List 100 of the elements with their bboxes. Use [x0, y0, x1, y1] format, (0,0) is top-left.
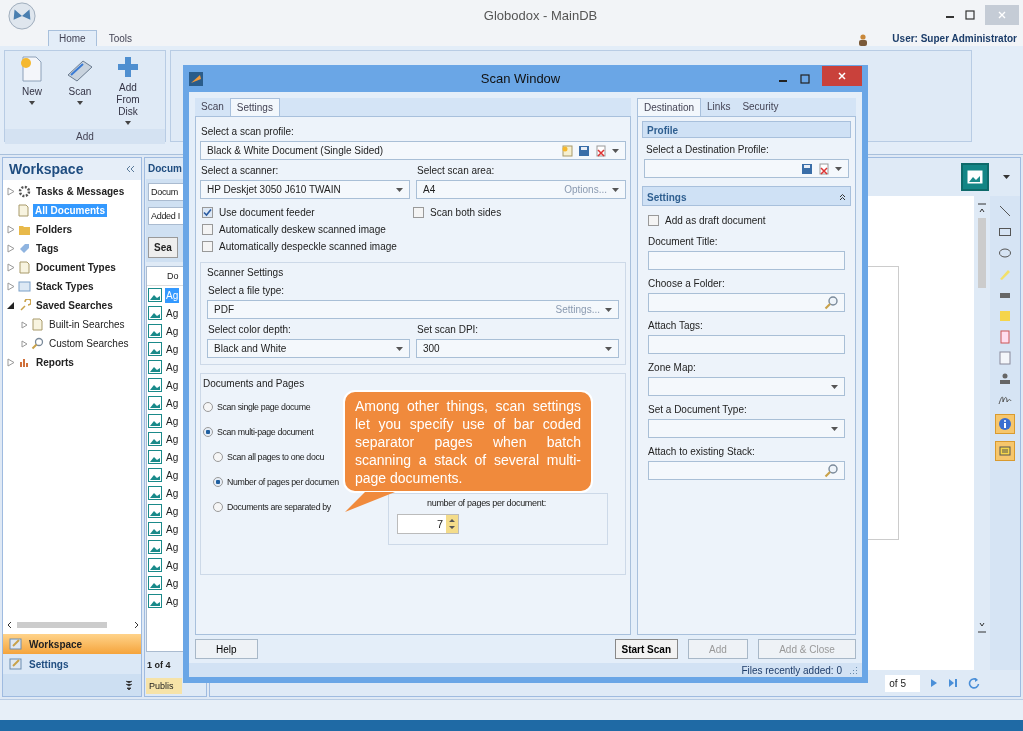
- document-name[interactable]: Ag: [165, 395, 180, 411]
- dialog-tab[interactable]: Links: [701, 98, 737, 116]
- dpi-dropdown[interactable]: 300: [416, 339, 619, 358]
- spinner-arrows-icon[interactable]: [446, 515, 458, 533]
- destination-dropdown[interactable]: [644, 159, 849, 178]
- text-tool-icon[interactable]: [998, 351, 1012, 365]
- document-name[interactable]: Ag: [165, 485, 180, 501]
- nav-button[interactable]: Settings: [3, 654, 141, 674]
- app-logo[interactable]: [8, 1, 36, 30]
- expand-icon[interactable]: [7, 244, 15, 253]
- save-icon[interactable]: [578, 144, 590, 157]
- dropdown[interactable]: [648, 419, 845, 438]
- checkbox[interactable]: [413, 207, 424, 218]
- save-icon[interactable]: [801, 162, 813, 175]
- notes-button[interactable]: [995, 441, 1015, 461]
- search-icon[interactable]: [824, 463, 838, 478]
- file-type-dropdown[interactable]: PDF Settings...: [207, 300, 619, 319]
- close-button[interactable]: [822, 65, 862, 86]
- tree-item[interactable]: Built-in Searches: [47, 318, 127, 331]
- user-stamp-icon[interactable]: [998, 372, 1012, 386]
- image-view-button[interactable]: [961, 163, 989, 191]
- radio-button[interactable]: [213, 476, 223, 487]
- radio-button[interactable]: [203, 426, 213, 437]
- document-name[interactable]: Ag: [165, 467, 180, 483]
- search-icon[interactable]: [824, 295, 838, 310]
- document-name[interactable]: Ag: [165, 413, 180, 429]
- tree-item[interactable]: Saved Searches: [34, 299, 115, 312]
- ribbon-button[interactable]: Add From Disk: [107, 55, 149, 125]
- document-name[interactable]: Ag: [165, 377, 180, 393]
- ribbon-button[interactable]: New: [11, 55, 53, 125]
- expand-icon[interactable]: [7, 282, 15, 291]
- dialog-tab[interactable]: Scan: [195, 98, 230, 116]
- next-page-icon[interactable]: [930, 678, 938, 688]
- document-name[interactable]: Ag: [165, 431, 180, 447]
- section-header[interactable]: Settings: [642, 186, 851, 206]
- document-name[interactable]: Ag: [165, 503, 180, 519]
- signature-icon[interactable]: [998, 393, 1012, 407]
- expanded-icon[interactable]: [7, 301, 15, 310]
- color-depth-dropdown[interactable]: Black and White: [207, 339, 410, 358]
- caret-icon[interactable]: [612, 148, 619, 153]
- profile-dropdown[interactable]: Black & White Document (Single Sided): [200, 141, 626, 160]
- maximize-icon[interactable]: [800, 73, 810, 84]
- checkbox[interactable]: [648, 215, 659, 226]
- scan-area-dropdown[interactable]: A4 Options...: [416, 180, 626, 199]
- checkbox[interactable]: [202, 207, 213, 218]
- horizontal-scrollbar[interactable]: [5, 620, 141, 630]
- maximize-icon[interactable]: [965, 10, 975, 20]
- tree-item[interactable]: Folders: [34, 223, 75, 236]
- dialog-button[interactable]: Start Scan: [614, 639, 678, 659]
- tree-item[interactable]: Document Types: [34, 261, 118, 274]
- document-name[interactable]: Ag: [165, 575, 180, 591]
- expand-icon[interactable]: [21, 339, 28, 348]
- delete-icon[interactable]: [595, 144, 607, 157]
- resize-grip-icon[interactable]: [850, 666, 858, 674]
- tree-item[interactable]: Tags: [34, 242, 61, 255]
- document-name[interactable]: Ag: [165, 359, 180, 375]
- radio-button[interactable]: [203, 401, 213, 412]
- caret-icon[interactable]: [835, 166, 842, 171]
- clip-icon[interactable]: [998, 330, 1012, 344]
- input-field[interactable]: [648, 251, 845, 270]
- radio-button[interactable]: [213, 451, 223, 462]
- rotate-icon[interactable]: [968, 677, 980, 689]
- expand-icon[interactable]: [7, 358, 15, 367]
- collapse-icon[interactable]: [125, 165, 135, 173]
- document-name[interactable]: Ag: [165, 539, 180, 555]
- ribbon-button[interactable]: Scan: [59, 55, 101, 125]
- dropdown[interactable]: [648, 377, 845, 396]
- dialog-tab[interactable]: Security: [736, 98, 785, 116]
- radio-button[interactable]: [213, 501, 223, 512]
- tree-item[interactable]: Tasks & Messages: [34, 185, 127, 198]
- document-name[interactable]: Ag: [165, 557, 180, 573]
- checkbox[interactable]: [202, 224, 213, 235]
- ribbon-tab[interactable]: Home: [48, 30, 97, 46]
- input-field[interactable]: [648, 335, 845, 354]
- document-name[interactable]: Ag: [165, 593, 180, 609]
- pages-spinner[interactable]: 7: [397, 514, 459, 534]
- status-tab[interactable]: Publis: [146, 678, 182, 694]
- new-profile-icon[interactable]: [561, 144, 573, 157]
- last-page-icon[interactable]: [948, 678, 958, 688]
- expand-icon[interactable]: [7, 263, 15, 272]
- column-header[interactable]: Do: [167, 271, 179, 281]
- document-name[interactable]: Ag: [165, 449, 180, 465]
- expand-icon[interactable]: [7, 225, 15, 234]
- ribbon-tab[interactable]: Tools: [98, 31, 143, 46]
- checkbox[interactable]: [202, 241, 213, 252]
- rectangle-tool-icon[interactable]: [998, 225, 1012, 239]
- dialog-tab[interactable]: Settings: [229, 98, 280, 116]
- tree-item[interactable]: Stack Types: [34, 280, 96, 293]
- expand-icon[interactable]: [21, 320, 28, 329]
- help-button[interactable]: Help: [195, 639, 258, 659]
- tree-item[interactable]: Reports: [34, 356, 76, 369]
- line-tool-icon[interactable]: [998, 204, 1012, 218]
- dialog-tab[interactable]: Destination: [637, 98, 702, 116]
- search-button[interactable]: Sea: [148, 237, 178, 258]
- document-name[interactable]: Ag: [165, 521, 180, 537]
- nav-button[interactable]: Workspace: [3, 634, 141, 654]
- input-field[interactable]: [648, 293, 845, 312]
- scanner-dropdown[interactable]: HP Deskjet 3050 J610 TWAIN: [200, 180, 410, 199]
- page-counter[interactable]: of 5: [885, 674, 920, 692]
- overflow-icon[interactable]: [125, 680, 133, 690]
